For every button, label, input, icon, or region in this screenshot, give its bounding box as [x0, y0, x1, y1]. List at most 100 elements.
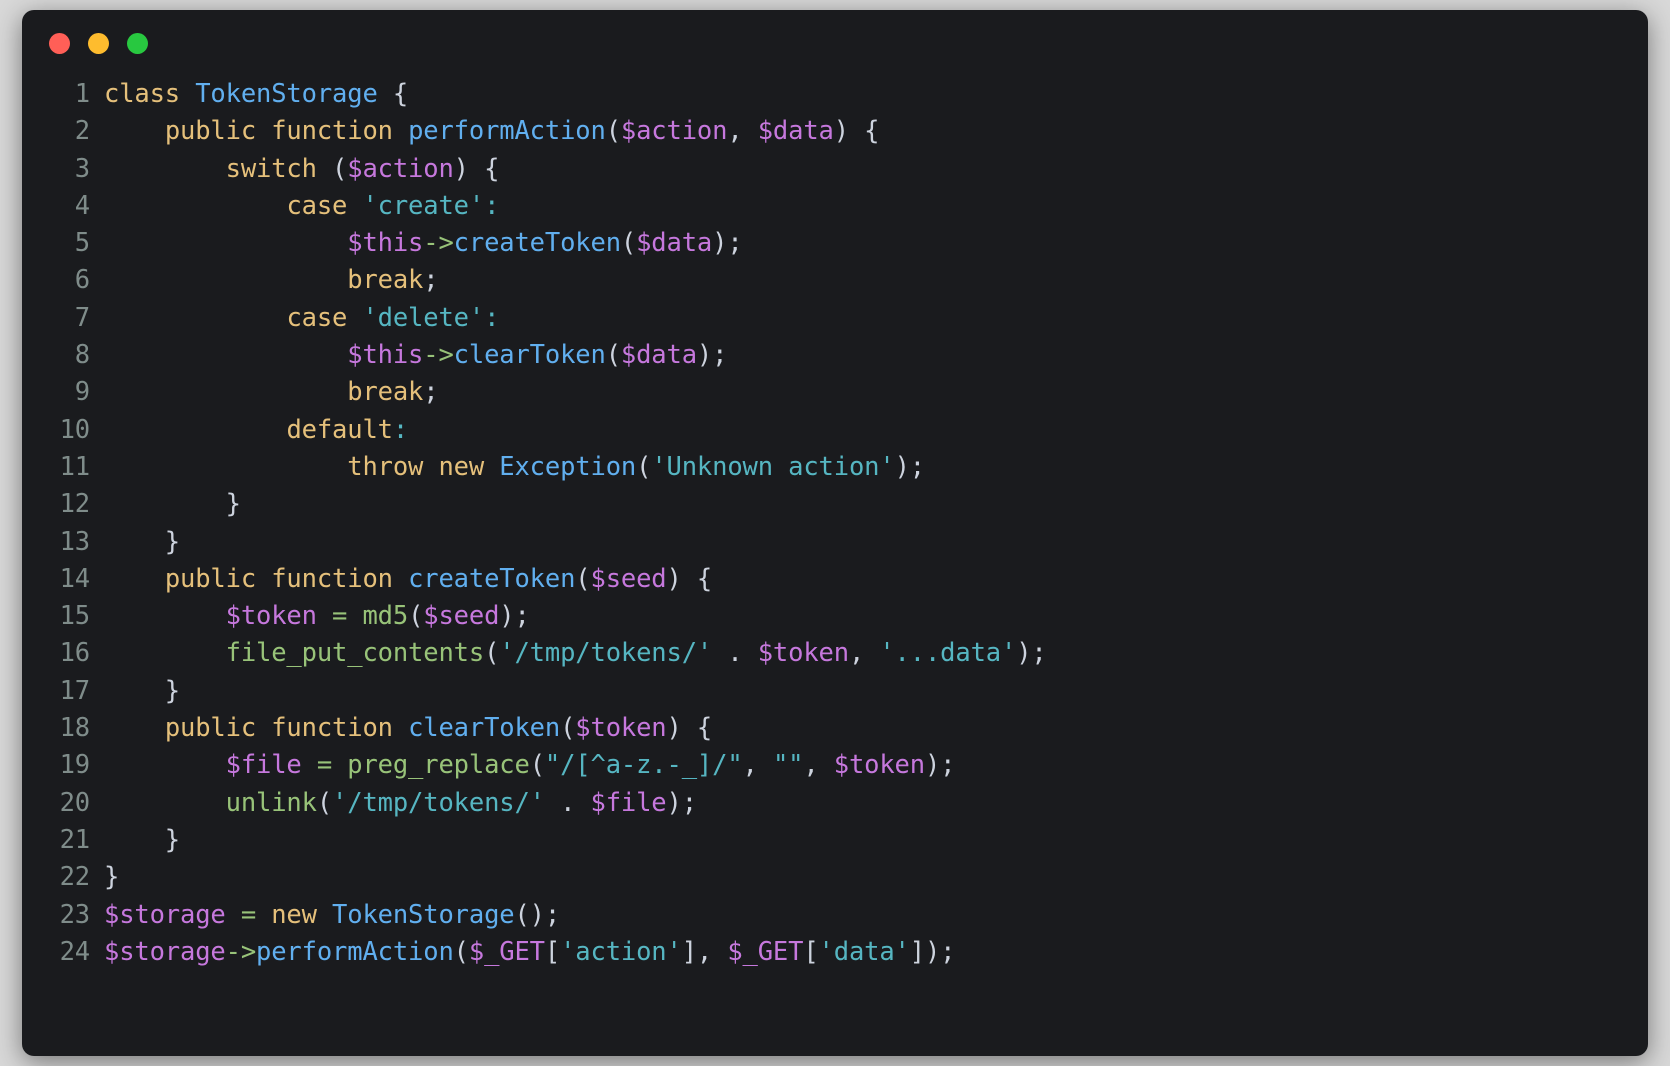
code-token: ) {: [453, 153, 500, 184]
line-number: 10: [59, 414, 91, 445]
line-number: 1: [74, 79, 90, 109]
line-number: 6: [74, 265, 90, 296]
code-token: }: [104, 526, 181, 557]
code-token: }: [104, 675, 181, 706]
code-token: unlink: [225, 787, 317, 818]
line-number: 12: [59, 489, 91, 520]
code-window: 1 class TokenStorage {2 public function p…: [22, 10, 1648, 1056]
line-source: $file = preg_replace("/[^a-z.-_]/", "", …: [104, 750, 956, 781]
line-source: $storage->performAction($_GET['action'],…: [104, 936, 956, 967]
code-token: 'Unknown action': [651, 451, 895, 482]
code-token: :: [484, 190, 500, 221]
code-token: ,: [803, 750, 834, 781]
line-source: $this->clearToken($data);: [104, 340, 727, 370]
code-token: '...data': [879, 638, 1017, 669]
code-token: case: [286, 302, 348, 333]
code-token: 'delete': [362, 302, 485, 333]
code-line: 12 }: [32, 486, 1648, 523]
code-editor[interactable]: 1 class TokenStorage {2 public function p…: [22, 76, 1648, 971]
code-token: (: [605, 116, 621, 147]
code-token: public function: [164, 713, 393, 744]
code-token: 'data': [818, 936, 910, 967]
line-source: file_put_contents('/tmp/tokens/' . $toke…: [104, 638, 1047, 668]
minimize-button[interactable]: [88, 32, 109, 54]
line-source: $token = md5($seed);: [104, 601, 530, 631]
line-source: unlink('/tmp/tokens/' . $file);: [104, 788, 697, 818]
code-line: 7 case 'delete':: [32, 300, 1648, 337]
code-token: :: [392, 414, 409, 445]
code-token: ,: [848, 638, 880, 669]
code-token: ],: [681, 936, 728, 967]
code-token: ;: [423, 377, 439, 408]
code-token: [: [803, 936, 819, 967]
code-token: :: [484, 302, 500, 333]
code-line: 2 public function performAction($action,…: [32, 113, 1648, 150]
code-token: $this: [347, 340, 424, 371]
line-number: 18: [59, 713, 91, 744]
line-number: 13: [59, 526, 91, 557]
code-token: );: [712, 228, 743, 259]
close-button[interactable]: [49, 32, 70, 54]
line-number: 14: [59, 563, 91, 594]
code-token: break: [347, 377, 424, 408]
code-token: ) {: [833, 116, 880, 147]
code-token: preg_replace: [347, 750, 530, 781]
line-number: 7: [74, 302, 90, 333]
code-token: '/tmp/tokens/': [332, 787, 545, 818]
code-token: $token: [575, 713, 667, 744]
code-token: );: [894, 451, 926, 482]
code-token: $seed: [590, 563, 667, 594]
code-token: new: [271, 899, 317, 930]
code-line: 17 }: [32, 673, 1648, 710]
line-number: 19: [59, 750, 91, 781]
line-number: 8: [74, 340, 90, 371]
line-source: case 'create':: [104, 191, 499, 221]
line-source: }: [104, 676, 180, 706]
code-token: }: [104, 489, 241, 520]
code-token: [: [544, 936, 561, 967]
code-token: .: [544, 787, 591, 818]
code-token: $action: [347, 153, 454, 184]
code-token: (: [575, 563, 591, 594]
code-token: ->: [225, 936, 257, 967]
code-token: TokenStorage: [195, 79, 378, 109]
line-number: 20: [59, 787, 91, 818]
code-line: 24 $storage->performAction($_GET['action'…: [32, 934, 1648, 971]
code-token: $token: [757, 638, 849, 669]
code-token: performAction: [408, 116, 606, 147]
line-source: }: [104, 862, 119, 892]
code-token: $file: [225, 750, 302, 781]
code-token: ->: [423, 228, 454, 259]
code-token: ,: [727, 116, 758, 147]
code-token: ,: [742, 750, 773, 781]
code-token: (: [529, 750, 545, 781]
code-token: ();: [514, 899, 561, 930]
line-source: }: [104, 527, 180, 557]
code-line: 6 break;: [32, 262, 1648, 299]
line-number: 16: [59, 638, 91, 669]
code-token: (: [620, 228, 637, 259]
code-line: 8 $this->clearToken($data);: [32, 337, 1648, 374]
line-source: }: [104, 825, 180, 855]
code-token: $_GET: [468, 936, 545, 967]
code-line: 15 $token = md5($seed);: [32, 598, 1648, 635]
code-line: 16 file_put_contents('/tmp/tokens/' . $t…: [32, 635, 1648, 672]
maximize-button[interactable]: [127, 32, 148, 54]
code-token: (: [453, 936, 469, 967]
